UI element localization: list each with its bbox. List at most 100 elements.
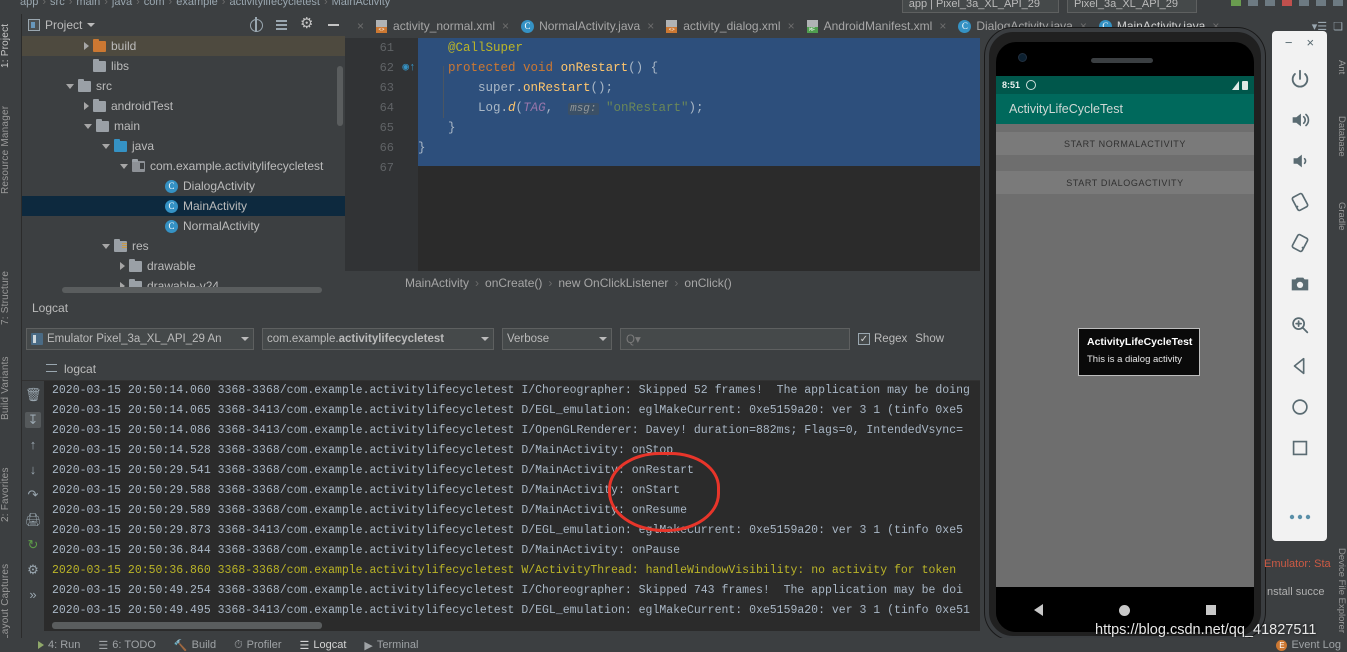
more-icon[interactable]: »: [25, 587, 41, 603]
breadcrumb-item-7[interactable]: MainActivity: [332, 0, 391, 8]
tree-node[interactable]: libs: [22, 56, 345, 76]
tool-button-database[interactable]: Database: [1334, 100, 1347, 172]
editor-breadcrumb-item-1[interactable]: onCreate(): [485, 276, 542, 290]
breadcrumb-item-1[interactable]: src: [50, 0, 65, 8]
profile-icon[interactable]: [1265, 0, 1275, 6]
close-icon[interactable]: ×: [939, 19, 946, 33]
logcat-line[interactable]: 2020-03-15 20:50:36.844 3368-3368/com.ex…: [44, 541, 980, 561]
logcat-show-label[interactable]: Show: [915, 333, 944, 345]
sdk-manager-icon[interactable]: [1316, 0, 1326, 6]
emulator-screen[interactable]: 8:51 ActivityLifeCycleTest START NORMALA…: [996, 42, 1254, 632]
logcat-device-selector[interactable]: Emulator Pixel_3a_XL_API_29 An: [26, 328, 254, 350]
tree-node[interactable]: drawable: [22, 256, 345, 276]
restart-icon[interactable]: ↻: [25, 537, 41, 553]
tab-close-leading[interactable]: ×: [345, 14, 370, 38]
logcat-output[interactable]: 2020-03-15 20:50:14.060 3368-3368/com.ex…: [44, 381, 980, 631]
chevron-down-icon[interactable]: [481, 337, 489, 341]
more-options-icon[interactable]: [1280, 496, 1320, 537]
tree-node[interactable]: C NormalActivity: [22, 216, 345, 236]
chevron-down-icon[interactable]: [120, 163, 128, 169]
logcat-line[interactable]: 2020-03-15 20:50:36.860 3368-3368/com.ex…: [44, 561, 980, 581]
gear-icon[interactable]: [300, 14, 315, 32]
tree-node[interactable]: src: [22, 76, 345, 96]
logcat-process-selector[interactable]: com.example.activitylifecycletest: [262, 328, 494, 350]
logcat-hscrollbar[interactable]: [52, 622, 322, 629]
logcat-line[interactable]: 2020-03-15 20:50:14.528 3368-3368/com.ex…: [44, 441, 980, 461]
chevron-down-icon[interactable]: [66, 83, 74, 89]
chevron-down-icon[interactable]: [241, 337, 249, 341]
up-arrow-icon[interactable]: ↑: [25, 437, 41, 453]
tool-button-build-variants[interactable]: Build Variants: [0, 344, 22, 432]
editor-tab-activity-dialog-xml[interactable]: activity_dialog.xml ×: [660, 14, 800, 38]
tool-button-ant[interactable]: Ant: [1334, 50, 1347, 84]
tree-node[interactable]: androidTest: [22, 96, 345, 116]
logcat-subtab[interactable]: logcat: [22, 357, 980, 381]
code-editor[interactable]: 61 62 63 64 65 66 67 ◉↑ − − @CallSuper p…: [345, 38, 980, 271]
editor-code-area[interactable]: @CallSuper protected void onRestart() { …: [400, 38, 980, 271]
tree-node[interactable]: C DialogActivity: [22, 176, 345, 196]
project-tree-hscrollbar[interactable]: [62, 287, 322, 293]
device-selector[interactable]: Pixel_3a_XL_API_29: [1067, 0, 1197, 13]
editor-tab-normalactivity-java[interactable]: C NormalActivity.java ×: [515, 14, 660, 38]
status-tab-profiler[interactable]: ⏱ Profiler: [234, 639, 281, 652]
debug-icon[interactable]: [1248, 0, 1258, 6]
hide-editor-icon[interactable]: ❏: [1333, 20, 1343, 33]
chevron-down-icon[interactable]: [87, 23, 96, 27]
logcat-line[interactable]: 2020-03-15 20:50:29.541 3368-3368/com.ex…: [44, 461, 980, 481]
scroll-from-source-icon[interactable]: [248, 17, 263, 32]
chevron-right-icon[interactable]: [84, 42, 89, 50]
overview-nav-icon[interactable]: [1206, 605, 1216, 615]
logcat-line[interactable]: 2020-03-15 20:50:29.589 3368-3368/com.ex…: [44, 501, 980, 521]
editor-breadcrumb-item-0[interactable]: MainActivity: [405, 276, 469, 290]
soft-wrap-icon[interactable]: ↷: [25, 487, 41, 503]
logcat-line[interactable]: 2020-03-15 20:50:49.254 3368-3368/com.ex…: [44, 581, 980, 601]
status-event-log[interactable]: E Event Log: [1276, 639, 1347, 651]
chevron-down-icon[interactable]: [102, 243, 110, 249]
close-icon[interactable]: ×: [1307, 35, 1315, 50]
back-nav-icon[interactable]: [1280, 345, 1320, 386]
editor-tab-activity-normal-xml[interactable]: activity_normal.xml ×: [370, 14, 515, 38]
rotate-left-icon[interactable]: [1280, 181, 1320, 222]
tree-node[interactable]: java: [22, 136, 345, 156]
breadcrumb-item-4[interactable]: com: [144, 0, 165, 8]
editor-tab-androidmanifest-xml[interactable]: AndroidManifest.xml ×: [801, 14, 953, 38]
tool-button-layout-captures[interactable]: Layout Captures: [0, 554, 22, 650]
overview-nav-icon[interactable]: [1280, 427, 1320, 468]
tree-node[interactable]: C MainActivity: [22, 196, 345, 216]
editor-breadcrumb-item-2[interactable]: new OnClickListener: [558, 276, 668, 290]
logcat-level-selector[interactable]: Verbose: [502, 328, 612, 350]
logcat-line[interactable]: 2020-03-15 20:50:14.060 3368-3368/com.ex…: [44, 381, 980, 401]
tree-node[interactable]: com.example.activitylifecycletest: [22, 156, 345, 176]
project-tree-vscrollbar[interactable]: [337, 66, 343, 126]
tool-button-favorites[interactable]: 2: Favorites: [0, 454, 22, 536]
start-dialogactivity-button[interactable]: START DIALOGACTIVITY: [996, 171, 1254, 194]
chevron-right-icon[interactable]: [84, 102, 89, 110]
status-tab-terminal[interactable]: ▶ Terminal: [364, 639, 418, 652]
status-tab-run[interactable]: 4: Run: [38, 639, 80, 651]
chevron-down-icon[interactable]: [102, 143, 110, 149]
tree-node[interactable]: build: [22, 36, 345, 56]
checkbox-checked-icon[interactable]: ✓: [858, 333, 870, 345]
print-icon[interactable]: 🖨: [25, 512, 42, 528]
close-icon[interactable]: ×: [647, 19, 654, 33]
home-nav-icon[interactable]: [1119, 604, 1130, 616]
chevron-down-icon[interactable]: [599, 337, 607, 341]
search-everywhere-icon[interactable]: [1333, 0, 1343, 6]
avd-manager-icon[interactable]: [1299, 0, 1309, 6]
logcat-regex-toggle[interactable]: ✓ Regex: [858, 333, 907, 345]
zoom-icon[interactable]: [1280, 304, 1320, 345]
rotate-right-icon[interactable]: [1280, 222, 1320, 263]
screenshot-camera-icon[interactable]: [1280, 263, 1320, 304]
stop-icon[interactable]: [1282, 0, 1292, 6]
tree-node[interactable]: res: [22, 236, 345, 256]
status-tab-todo[interactable]: ☰ 6: TODO: [98, 639, 155, 652]
tool-button-resource-manager[interactable]: Resource Manager: [0, 94, 22, 206]
logcat-line[interactable]: 2020-03-15 20:50:14.086 3368-3413/com.ex…: [44, 421, 980, 441]
project-breadcrumb[interactable]: app › src › main › java › com › example › activityli…: [20, 0, 390, 8]
logcat-line[interactable]: 2020-03-15 20:50:49.495 3368-3413/com.ex…: [44, 601, 980, 621]
close-icon[interactable]: ×: [502, 19, 509, 33]
home-nav-icon[interactable]: [1280, 386, 1320, 427]
collapse-all-icon[interactable]: [274, 17, 289, 32]
start-normalactivity-button[interactable]: START NORMALACTIVITY: [996, 132, 1254, 155]
logcat-line[interactable]: 2020-03-15 20:50:14.065 3368-3413/com.ex…: [44, 401, 980, 421]
